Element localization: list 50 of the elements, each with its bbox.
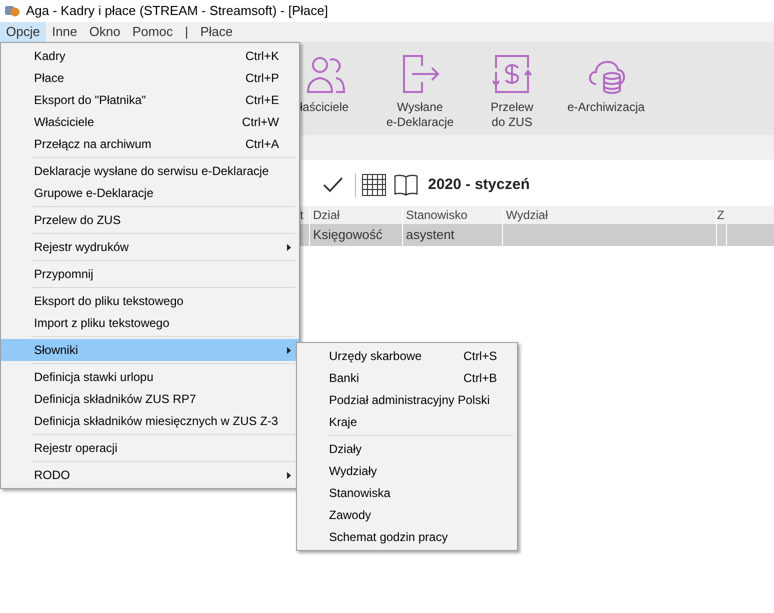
menu-item[interactable]: Rejestr operacji (1, 437, 299, 459)
menu-item[interactable]: Banki Ctrl+B (297, 367, 517, 389)
ribbon-button[interactable]: e-Archiwizacja (546, 54, 666, 135)
menu-item[interactable]: Schemat godzin pracy (297, 526, 517, 548)
ribbon-button[interactable]: Wysłane e-Deklaracje (362, 54, 478, 135)
menu-item[interactable]: Urzędy skarbowe Ctrl+S (297, 345, 517, 367)
menu-item[interactable]: Właściciele Ctrl+W (1, 111, 299, 133)
menu-item[interactable]: Przypomnij (1, 263, 299, 285)
menu-item[interactable]: Definicja składników miesięcznych w ZUS Z-3 (1, 410, 299, 432)
menu-item[interactable]: Kadry Ctrl+K (1, 45, 299, 67)
menu-item[interactable]: Słowniki (1, 339, 299, 361)
menu-item[interactable]: Stanowiska (297, 482, 517, 504)
menu-item[interactable]: Rejestr wydruków (1, 236, 299, 258)
table-cell: Księgowość (310, 224, 403, 246)
table-row[interactable]: Księgowość asystent (300, 224, 774, 246)
menu-item[interactable]: Grupowe e-Deklaracje (1, 182, 299, 204)
grid-icon[interactable] (362, 174, 386, 196)
menu-item[interactable]: Podział administracyjny Polski (297, 389, 517, 411)
menu-item[interactable]: RODO (1, 464, 299, 486)
menu-item[interactable]: Wydziały (297, 460, 517, 482)
menu-item[interactable]: Import z pliku tekstowego (1, 312, 299, 334)
menu-item[interactable]: Definicja składników ZUS RP7 (1, 388, 299, 410)
book-icon[interactable] (394, 174, 418, 196)
menu-item[interactable]: Eksport do pliku tekstowego (1, 290, 299, 312)
table-cell: asystent (403, 224, 503, 246)
ribbon-button[interactable]: Przelew do ZUS (478, 54, 546, 135)
menu-item[interactable]: Eksport do "Płatnika" Ctrl+E (1, 89, 299, 111)
menu-item[interactable]: Pomoc (126, 22, 179, 42)
menu-item[interactable]: Przełącz na archiwum Ctrl+A (1, 133, 299, 155)
people-icon (306, 54, 346, 94)
window-title: Aga - Kadry i płace (STREAM - Streamsoft) - [Płace] (26, 2, 328, 20)
money-transfer-icon (492, 54, 532, 94)
menu-item[interactable]: Płace Ctrl+P (1, 67, 299, 89)
menu-item[interactable]: Kraje (297, 411, 517, 433)
column-header[interactable]: Z (717, 206, 727, 224)
checkmark-icon[interactable] (323, 177, 343, 193)
menu-item[interactable]: Definicja stawki urlopu (1, 366, 299, 388)
period-title: 2020 - styczeń (428, 174, 530, 195)
ribbon-button[interactable]: łaściciele (300, 54, 362, 135)
menu-item[interactable]: Przelew do ZUS (1, 209, 299, 231)
menu-item[interactable]: Działy (297, 438, 517, 460)
menu-item[interactable]: Opcje (0, 22, 46, 42)
menu-item[interactable]: | (178, 22, 194, 42)
menu-item[interactable]: Inne (46, 22, 84, 42)
menu-item[interactable]: Okno (83, 22, 126, 42)
menu-item[interactable]: Deklaracje wysłane do serwisu e-Deklaracje (1, 160, 299, 182)
menu-item[interactable]: Płace (194, 22, 239, 42)
menu-item[interactable]: Zawody (297, 504, 517, 526)
export-arrow-icon (400, 54, 440, 94)
app-icon (4, 3, 20, 19)
